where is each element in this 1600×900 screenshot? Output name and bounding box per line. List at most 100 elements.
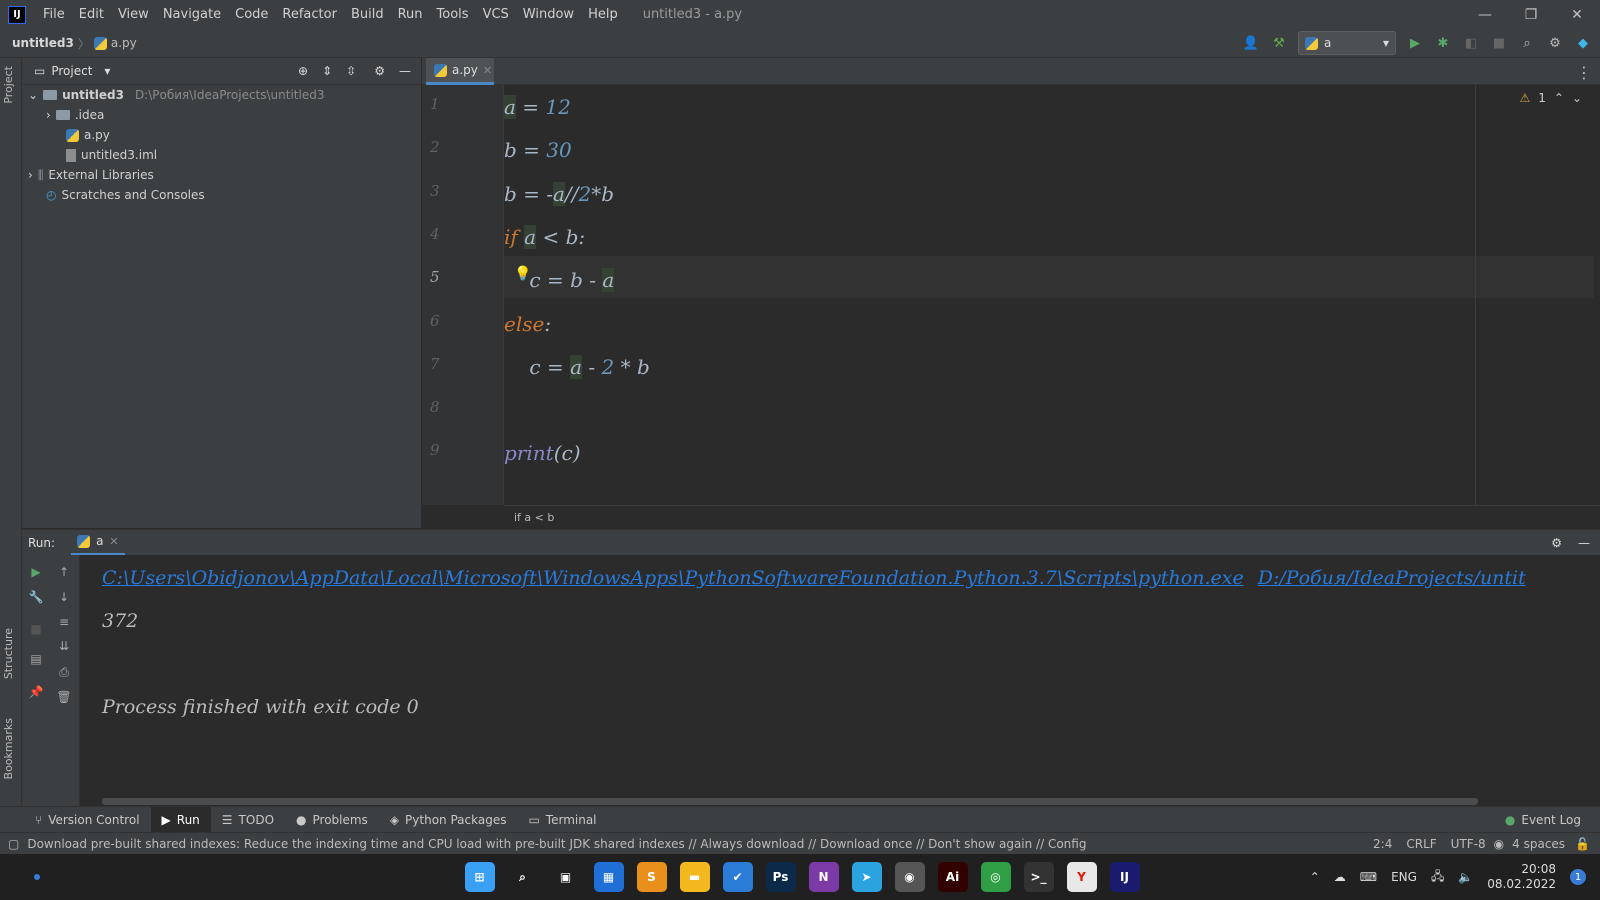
hide-panel-icon[interactable]: — [399, 64, 411, 78]
network-icon[interactable]: 🖧 [1431, 867, 1444, 888]
run-icon[interactable]: ▶ [1406, 34, 1424, 52]
eye-icon[interactable]: ◉ [1494, 837, 1504, 851]
menu-window[interactable]: Window [516, 7, 581, 22]
menu-code[interactable]: Code [228, 7, 275, 22]
tab-python-packages[interactable]: ◈ Python Packages [379, 807, 518, 833]
run-configuration-select[interactable]: a ▾ [1298, 31, 1396, 55]
scroll-to-end-icon[interactable]: ⇊ [55, 637, 73, 655]
expand-all-icon[interactable]: ⇕ [322, 64, 332, 78]
up-arrow-icon[interactable]: ↑ [55, 563, 73, 581]
tree-item-project-root[interactable]: ⌄ untitled3 D:\Робия\IdeaProjects\untitl… [28, 85, 324, 105]
tree-item-idea[interactable]: › .idea [46, 105, 104, 125]
taskbar-widgets-icon[interactable]: ▦ [593, 862, 624, 892]
tab-problems[interactable]: ● Problems [285, 807, 379, 833]
line-number[interactable]: 2 [430, 138, 440, 156]
file-encoding[interactable]: UTF-8 [1451, 837, 1486, 851]
jetbrains-toolbox-icon[interactable]: ◆ [1574, 34, 1592, 52]
line-separator[interactable]: CRLF [1406, 837, 1436, 851]
menu-view[interactable]: View [111, 7, 156, 22]
breadcrumb-project[interactable]: untitled3 [0, 36, 78, 50]
menu-vcs[interactable]: VCS [476, 7, 516, 22]
line-number[interactable]: 6 [430, 312, 440, 330]
chevron-up-icon[interactable]: ⌃ [1310, 870, 1320, 884]
tab-terminal[interactable]: ▭ Terminal [517, 807, 607, 833]
event-log-button[interactable]: ● Event Log [1494, 807, 1592, 833]
debug-icon[interactable]: ✱ [1434, 34, 1452, 52]
taskbar-telegram-icon[interactable]: ➤ [851, 862, 882, 892]
taskbar-search-icon[interactable]: ⌕ [507, 862, 538, 892]
menu-navigate[interactable]: Navigate [156, 7, 228, 22]
user-icon[interactable]: 👤 [1242, 34, 1260, 52]
volume-icon[interactable]: 🔈 [1458, 870, 1473, 884]
taskbar-cmd-icon[interactable]: >_ [1023, 862, 1054, 892]
restore-button[interactable]: ❐ [1508, 7, 1554, 23]
run-console[interactable]: C:\Users\Obidjonov\AppData\Local\Microso… [80, 555, 1600, 806]
line-number[interactable]: 7 [430, 355, 440, 373]
line-number[interactable]: 3 [430, 182, 440, 200]
chevron-down-icon[interactable]: ⌄ [1572, 91, 1582, 105]
keyboard-icon[interactable]: ⌨ [1360, 870, 1377, 884]
taskbar-task-view-icon[interactable]: ▣ [550, 862, 581, 892]
wrench-icon[interactable]: 🔧 [27, 588, 45, 606]
hide-panel-icon[interactable]: — [1578, 536, 1590, 550]
tree-item-scratches[interactable]: ◴ Scratches and Consoles [46, 185, 205, 205]
caret-position[interactable]: 2:4 [1373, 837, 1392, 851]
tab-version-control[interactable]: ⑂ Version Control [24, 807, 151, 833]
tree-item-iml[interactable]: untitled3.iml [66, 145, 157, 165]
print-icon[interactable]: ⎙ [55, 663, 73, 681]
more-icon[interactable]: ⋮ [1576, 63, 1592, 82]
intellij-logo-icon[interactable]: IJ [8, 5, 26, 24]
taskbar-sublime-icon[interactable]: S [636, 862, 667, 892]
line-number[interactable]: 1 [430, 95, 440, 113]
taskbar-photoshop-icon[interactable]: Ps [765, 862, 796, 892]
trash-icon[interactable]: 🗑 [55, 688, 73, 706]
close-button[interactable]: ✕ [1554, 7, 1600, 23]
stop-icon[interactable]: ■ [27, 620, 45, 638]
taskbar-todo-icon[interactable]: ✔ [722, 862, 753, 892]
collapse-all-icon[interactable]: ⇳ [346, 64, 356, 78]
close-tab-icon[interactable]: ✕ [109, 535, 118, 548]
line-number[interactable]: 5 [430, 268, 440, 286]
taskbar-windows-start-icon[interactable]: ⊞ [464, 862, 495, 892]
line-number[interactable]: 8 [430, 398, 440, 416]
pin-icon[interactable]: 📌 [27, 683, 45, 701]
menu-run[interactable]: Run [391, 7, 430, 22]
taskbar-illustrator-icon[interactable]: Ai [937, 862, 968, 892]
cloud-icon[interactable]: ☁ [1334, 870, 1346, 884]
taskbar-chrome-icon[interactable]: ◎ [980, 862, 1011, 892]
stripe-bookmarks-tab[interactable]: Bookmarks [2, 718, 15, 779]
chevron-up-icon[interactable]: ⌃ [1554, 91, 1564, 105]
status-toggle-icon[interactable]: ▢ [8, 837, 19, 851]
coverage-icon[interactable]: ◧ [1462, 34, 1480, 52]
stripe-structure-tab[interactable]: Structure [2, 628, 15, 679]
menu-file[interactable]: File [36, 7, 72, 22]
locate-icon[interactable]: ⊕ [298, 64, 308, 78]
status-message[interactable]: Download pre-built shared indexes: Reduc… [27, 837, 1087, 851]
rerun-icon[interactable]: ▶ [27, 563, 45, 581]
taskbar-onenote-icon[interactable]: N [808, 862, 839, 892]
chevron-right-icon[interactable]: › [28, 168, 33, 182]
stop-icon[interactable]: ■ [1490, 34, 1508, 52]
tree-item-a-py[interactable]: a.py [66, 125, 110, 145]
line-number[interactable]: 9 [430, 441, 440, 459]
taskbar-media-icon[interactable]: ◉ [894, 862, 925, 892]
lock-icon[interactable]: 🔓 [1575, 837, 1590, 851]
build-hammer-icon[interactable]: ⚒ [1270, 34, 1288, 52]
gear-icon[interactable]: ⚙ [1551, 536, 1562, 550]
search-icon[interactable]: ⌕ [1518, 34, 1536, 52]
indent-setting[interactable]: 4 spaces [1512, 837, 1565, 851]
tree-item-external-libraries[interactable]: › ⫼ External Libraries [28, 165, 154, 185]
settings-gear-icon[interactable]: ⚙ [1546, 34, 1564, 52]
soft-wrap-icon[interactable]: ≡ [55, 613, 73, 631]
breadcrumb-file[interactable]: a.py [111, 36, 137, 50]
minimize-button[interactable]: — [1462, 7, 1508, 23]
console-horizontal-scrollbar[interactable] [102, 798, 1478, 805]
down-arrow-icon[interactable]: ↓ [55, 588, 73, 606]
run-tab[interactable]: a ✕ [71, 530, 125, 556]
layout-icon[interactable]: ▤ [27, 650, 45, 668]
gear-icon[interactable]: ⚙ [374, 64, 385, 78]
code-breadcrumb-label[interactable]: if a < b [514, 511, 554, 524]
project-panel-title[interactable]: Project [51, 64, 92, 78]
code-editor[interactable]: 💡 ⚠ 1 ⌃ ⌄ a = 12 b = 30 b = -a//2*b if a < … [504, 85, 1594, 505]
chevron-right-icon[interactable]: › [46, 108, 51, 122]
